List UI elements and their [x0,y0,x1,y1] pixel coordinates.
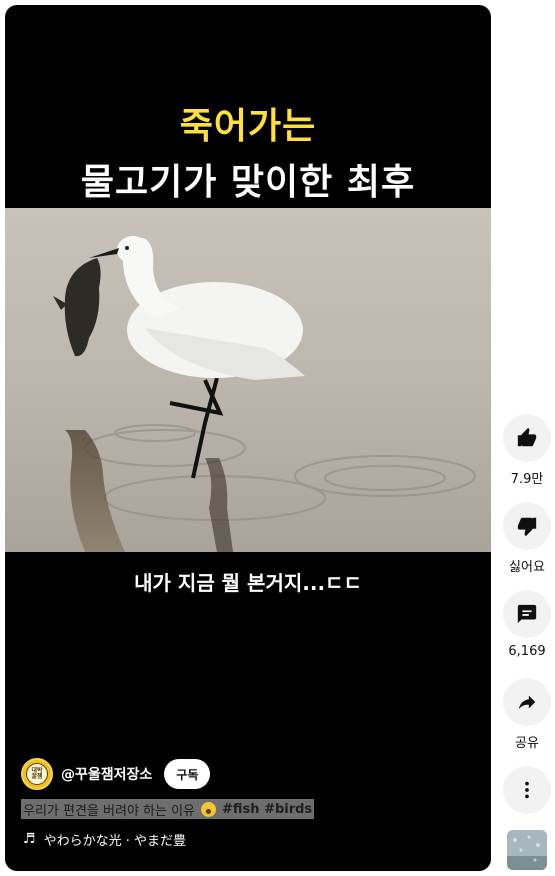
channel-row: 대박 꿀잼 @꾸울잼저장소 구독 [21,757,211,791]
like-action: 7.9만 [503,414,551,487]
comment-icon [517,604,537,624]
video-title-line1: 죽어가는 [179,106,317,147]
music-note-icon: ♬ [23,831,36,847]
share-label: 공유 [515,736,539,751]
dislike-label: 싫어요 [509,560,545,575]
video-frame-egret-fish[interactable] [5,208,491,552]
shorts-player[interactable]: 죽어가는 물고기가 맞이한 최후 내가 지금 뭘 본거지...ㄷㄷ 대박 꿀잼 … [5,5,491,871]
share-arrow-icon [518,695,536,710]
comment-action: 6,169 [503,590,551,659]
thumb-up-icon [517,427,537,447]
description-hashtags[interactable]: #fish #birds [222,802,312,817]
subscribe-button[interactable]: 구독 [164,759,211,789]
astonished-face-emoji-icon [201,801,217,817]
thumb-down-icon [517,517,537,537]
share-button[interactable] [503,678,551,726]
like-button[interactable] [503,414,551,462]
video-description[interactable]: 우리가 편견을 버려야 하는 이유 #fish #birds [21,799,315,819]
audio-source-thumbnail[interactable] [507,830,547,870]
more-options-button[interactable] [503,766,551,814]
avatar-logo: 대박 꿀잼 [26,763,48,785]
more-action [503,766,551,814]
music-row[interactable]: ♬ やわらかな光 · やまだ豊 [23,829,186,849]
comment-count: 6,169 [508,644,546,659]
video-caption: 내가 지금 뭘 본거지...ㄷㄷ [134,571,362,595]
music-title: やわらかな光 · やまだ豊 [43,833,186,849]
like-count: 7.9만 [510,472,544,487]
dislike-button[interactable] [503,502,551,550]
description-text: 우리가 편견을 버려야 하는 이유 [23,803,196,819]
share-action: 공유 [503,678,551,751]
dislike-action: 싫어요 [503,502,551,575]
channel-avatar[interactable]: 대박 꿀잼 [21,758,53,790]
rainy-window-thumbnail-icon [507,830,547,870]
more-vertical-icon [525,781,529,799]
channel-name[interactable]: @꾸울잼저장소 [61,764,152,784]
comment-button[interactable] [503,590,551,638]
video-title-line2: 물고기가 맞이한 최후 [80,162,416,203]
